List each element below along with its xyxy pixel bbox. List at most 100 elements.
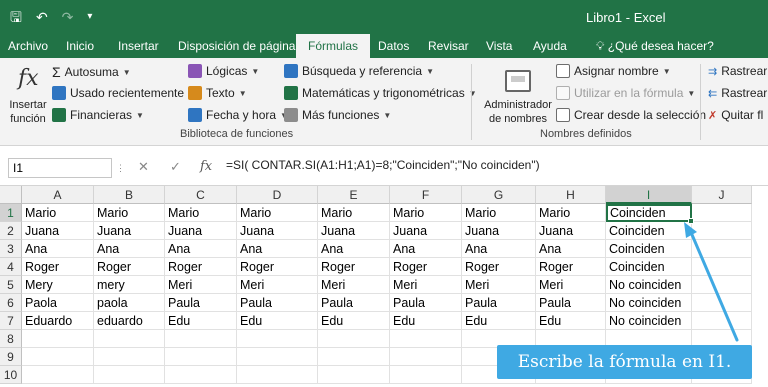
row-header-6[interactable]: 6 bbox=[0, 294, 22, 312]
more-icon[interactable]: ⋮ bbox=[116, 163, 125, 174]
insert-function-button[interactable]: Insertar función bbox=[6, 98, 50, 126]
cell-e10[interactable] bbox=[318, 366, 390, 384]
row-header-3[interactable]: 3 bbox=[0, 240, 22, 258]
cell-c3[interactable]: Ana bbox=[165, 240, 237, 258]
cell-g5[interactable]: Meri bbox=[462, 276, 536, 294]
row-header-1[interactable]: 1 bbox=[0, 204, 22, 222]
column-header-f[interactable]: F bbox=[390, 186, 462, 204]
cell-b10[interactable] bbox=[94, 366, 165, 384]
cell-e4[interactable]: Roger bbox=[318, 258, 390, 276]
row-header-5[interactable]: 5 bbox=[0, 276, 22, 294]
datetime-button[interactable]: Fecha y hora ▼ bbox=[188, 108, 288, 122]
customize-toolbar-icon[interactable]: ▾ bbox=[87, 8, 92, 26]
column-header-i[interactable]: I bbox=[606, 186, 692, 204]
cell-d10[interactable] bbox=[237, 366, 318, 384]
name-box[interactable]: I1 bbox=[8, 158, 112, 178]
tab-ayuda[interactable]: Ayuda bbox=[533, 39, 567, 53]
cell-c4[interactable]: Roger bbox=[165, 258, 237, 276]
trace-precedents-button[interactable]: ⇉ Rastrear bbox=[708, 64, 767, 78]
cell-h3[interactable]: Ana bbox=[536, 240, 606, 258]
cell-j6[interactable] bbox=[692, 294, 752, 312]
cell-g6[interactable]: Paula bbox=[462, 294, 536, 312]
cell-d2[interactable]: Juana bbox=[237, 222, 318, 240]
cell-f5[interactable]: Meri bbox=[390, 276, 462, 294]
active-cell[interactable]: Coinciden bbox=[606, 204, 692, 222]
cell-i4[interactable]: Coinciden bbox=[606, 258, 692, 276]
save-icon[interactable]: 🖫 bbox=[10, 8, 22, 26]
cell-e9[interactable] bbox=[318, 348, 390, 366]
define-name-button[interactable]: Asignar nombre ▼ bbox=[556, 64, 671, 78]
cell-a9[interactable] bbox=[22, 348, 94, 366]
cell-g4[interactable]: Roger bbox=[462, 258, 536, 276]
cell-a4[interactable]: Roger bbox=[22, 258, 94, 276]
cell-g3[interactable]: Ana bbox=[462, 240, 536, 258]
row-header-8[interactable]: 8 bbox=[0, 330, 22, 348]
row-header-4[interactable]: 4 bbox=[0, 258, 22, 276]
financial-button[interactable]: Financieras ▼ bbox=[52, 108, 144, 122]
cell-d3[interactable]: Ana bbox=[237, 240, 318, 258]
text-button[interactable]: Texto ▼ bbox=[188, 86, 247, 100]
column-header-h[interactable]: H bbox=[536, 186, 606, 204]
cell-h5[interactable]: Meri bbox=[536, 276, 606, 294]
cell-d1[interactable]: Mario bbox=[237, 204, 318, 222]
create-from-selection-button[interactable]: Crear desde la selección bbox=[556, 108, 706, 122]
more-functions-button[interactable]: Más funciones ▼ bbox=[284, 108, 391, 122]
cell-d4[interactable]: Roger bbox=[237, 258, 318, 276]
enter-button[interactable]: ✓ bbox=[170, 159, 181, 175]
logical-button[interactable]: Lógicas ▼ bbox=[188, 64, 259, 78]
insert-function-icon[interactable]: fx bbox=[18, 66, 39, 91]
cell-g7[interactable]: Edu bbox=[462, 312, 536, 330]
cell-d7[interactable]: Edu bbox=[237, 312, 318, 330]
cell-a6[interactable]: Paola bbox=[22, 294, 94, 312]
cell-c2[interactable]: Juana bbox=[165, 222, 237, 240]
cell-i7[interactable]: No coinciden bbox=[606, 312, 692, 330]
cell-j2[interactable] bbox=[692, 222, 752, 240]
cell-e3[interactable]: Ana bbox=[318, 240, 390, 258]
cell-a8[interactable] bbox=[22, 330, 94, 348]
trace-dependents-button[interactable]: ⇇ Rastrear bbox=[708, 86, 767, 100]
cell-f10[interactable] bbox=[390, 366, 462, 384]
cell-b4[interactable]: Roger bbox=[94, 258, 165, 276]
formula-input[interactable]: =SI( CONTAR.SI(A1:H1;A1)=8;"Coinciden";"… bbox=[226, 158, 540, 172]
cell-d8[interactable] bbox=[237, 330, 318, 348]
cell-a2[interactable]: Juana bbox=[22, 222, 94, 240]
undo-icon[interactable]: ↶ bbox=[36, 8, 48, 26]
cell-a1[interactable]: Mario bbox=[22, 204, 94, 222]
math-button[interactable]: Matemáticas y trigonométricas ▼ bbox=[284, 86, 477, 100]
redo-icon[interactable]: ↷ bbox=[62, 8, 74, 26]
cell-b5[interactable]: mery bbox=[94, 276, 165, 294]
cell-c5[interactable]: Meri bbox=[165, 276, 237, 294]
row-header-10[interactable]: 10 bbox=[0, 366, 22, 384]
cell-b7[interactable]: eduardo bbox=[94, 312, 165, 330]
cell-h2[interactable]: Juana bbox=[536, 222, 606, 240]
insert-function-fx-button[interactable]: fx bbox=[200, 159, 212, 174]
cell-e1[interactable]: Mario bbox=[318, 204, 390, 222]
cell-e5[interactable]: Meri bbox=[318, 276, 390, 294]
column-header-c[interactable]: C bbox=[165, 186, 237, 204]
cell-c1[interactable]: Mario bbox=[165, 204, 237, 222]
cell-b3[interactable]: Ana bbox=[94, 240, 165, 258]
cell-j4[interactable] bbox=[692, 258, 752, 276]
cell-c7[interactable]: Edu bbox=[165, 312, 237, 330]
cell-e8[interactable] bbox=[318, 330, 390, 348]
cell-e7[interactable]: Edu bbox=[318, 312, 390, 330]
cell-a5[interactable]: Mery bbox=[22, 276, 94, 294]
cell-h1[interactable]: Mario bbox=[536, 204, 606, 222]
cell-f9[interactable] bbox=[390, 348, 462, 366]
cell-b8[interactable] bbox=[94, 330, 165, 348]
autosuma-button[interactable]: Σ Autosuma ▼ bbox=[52, 64, 131, 80]
cell-i6[interactable]: No coinciden bbox=[606, 294, 692, 312]
cell-e2[interactable]: Juana bbox=[318, 222, 390, 240]
cell-i3[interactable]: Coinciden bbox=[606, 240, 692, 258]
column-header-b[interactable]: B bbox=[94, 186, 165, 204]
tab-insertar[interactable]: Insertar bbox=[118, 39, 159, 53]
recent-button[interactable]: Usado recientemente ▼ bbox=[52, 86, 196, 100]
cell-a10[interactable] bbox=[22, 366, 94, 384]
cell-i5[interactable]: No coinciden bbox=[606, 276, 692, 294]
cell-h4[interactable]: Roger bbox=[536, 258, 606, 276]
cell-d6[interactable]: Paula bbox=[237, 294, 318, 312]
column-header-a[interactable]: A bbox=[22, 186, 94, 204]
name-manager-icon[interactable] bbox=[505, 70, 531, 92]
column-header-g[interactable]: G bbox=[462, 186, 536, 204]
tell-me-box[interactable]: 💡︎ ¿Qué desea hacer? bbox=[596, 39, 714, 54]
